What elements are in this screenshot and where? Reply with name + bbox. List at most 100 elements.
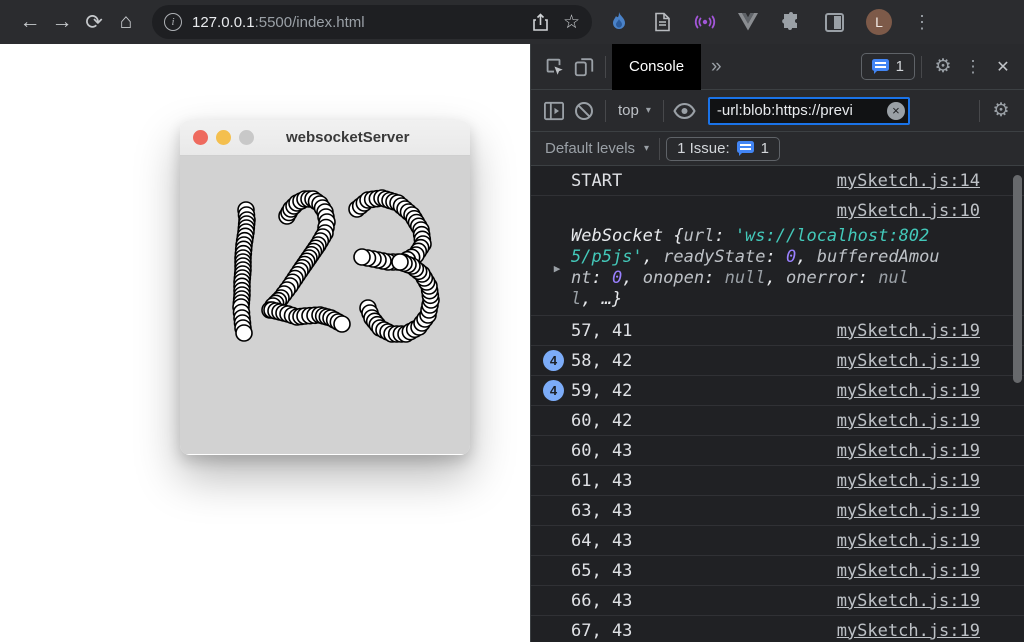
- source-link[interactable]: mySketch.js:19: [837, 351, 980, 371]
- issues-label: 1 Issue:: [677, 140, 730, 157]
- vue-devtools-extension-icon[interactable]: [737, 11, 759, 33]
- websocket-server-window: websocketServer: [180, 120, 470, 455]
- devtools-tabbar: Console » 1 ⚙ ⋮ ✕: [531, 43, 1024, 90]
- badge-count: 1: [895, 58, 904, 75]
- console-log-row[interactable]: 63, 43 mySketch.js:19: [531, 496, 1024, 526]
- console-log-row[interactable]: 57, 41 mySketch.js:19: [531, 316, 1024, 346]
- log-message-text: 61, 43: [571, 470, 633, 491]
- console-log-row[interactable]: 60, 43 mySketch.js:19: [531, 436, 1024, 466]
- console-log-row[interactable]: 61, 43 mySketch.js:19: [531, 466, 1024, 496]
- console-levels-bar: Default levels ▾ 1 Issue: 1: [531, 132, 1024, 166]
- live-expression-eye-icon[interactable]: [670, 96, 700, 126]
- log-message-text: 64, 43: [571, 530, 633, 551]
- message-bubble-icon: [871, 59, 889, 74]
- console-log-row[interactable]: 66, 43 mySketch.js:19: [531, 586, 1024, 616]
- devtools-settings-icon[interactable]: ⚙: [928, 52, 958, 82]
- clear-filter-icon[interactable]: ×: [886, 101, 905, 120]
- console-settings-icon[interactable]: ⚙: [986, 96, 1016, 126]
- devtools-close-icon[interactable]: ✕: [988, 52, 1018, 82]
- log-message-text: 58, 42: [571, 350, 633, 371]
- site-info-icon[interactable]: i: [164, 13, 182, 31]
- repeat-count-badge: 4: [543, 350, 564, 371]
- issues-counter[interactable]: 1 Issue: 1: [666, 136, 780, 161]
- clear-console-icon[interactable]: [569, 96, 599, 126]
- address-bar[interactable]: i 127.0.0.1:5500/index.html ☆: [152, 5, 592, 39]
- console-log-row[interactable]: 60, 42 mySketch.js:19: [531, 406, 1024, 436]
- console-sidebar-icon[interactable]: [539, 96, 569, 126]
- console-log-row[interactable]: 67, 43 mySketch.js:19: [531, 616, 1024, 642]
- sketch-canvas-area[interactable]: [180, 156, 470, 454]
- console-messages[interactable]: START mySketch.js:14 mySketch.js:10 ▶ We…: [531, 166, 1024, 642]
- log-message-text: 60, 42: [571, 410, 633, 431]
- minimize-traffic-light[interactable]: [216, 130, 231, 145]
- source-link[interactable]: mySketch.js:19: [837, 501, 980, 521]
- source-link[interactable]: mySketch.js:19: [837, 411, 980, 431]
- back-icon[interactable]: ←: [14, 6, 46, 38]
- log-message-text: 65, 43: [571, 560, 633, 581]
- chevron-down-icon: ▾: [644, 143, 650, 154]
- browser-toolbar: ← → ⟳ ⌂ i 127.0.0.1:5500/index.html ☆ L …: [0, 0, 1024, 44]
- scrollbar-thumb[interactable]: [1013, 175, 1022, 383]
- reload-icon[interactable]: ⟳: [78, 6, 110, 38]
- console-scrollbar[interactable]: [1010, 166, 1024, 642]
- source-link[interactable]: mySketch.js:19: [837, 321, 980, 341]
- expand-arrow-icon[interactable]: ▶: [543, 262, 571, 275]
- log-message-text: 59, 42: [571, 380, 633, 401]
- chevron-down-icon: ▾: [645, 105, 651, 116]
- issue-bubble-icon: [736, 141, 754, 156]
- document-extension-icon[interactable]: [651, 11, 673, 33]
- source-link[interactable]: mySketch.js:19: [837, 561, 980, 581]
- url-text[interactable]: 127.0.0.1:5500/index.html: [192, 14, 365, 31]
- console-messages-badge[interactable]: 1: [860, 53, 915, 80]
- repeat-count-badge: 4: [543, 380, 564, 401]
- source-link[interactable]: mySketch.js:19: [837, 471, 980, 491]
- source-link[interactable]: mySketch.js:19: [837, 381, 980, 401]
- device-toolbar-icon[interactable]: [569, 52, 599, 82]
- zoom-traffic-light[interactable]: [239, 130, 254, 145]
- extensions-puzzle-icon[interactable]: [780, 11, 802, 33]
- log-levels-selector[interactable]: Default levels ▾: [541, 140, 653, 157]
- flame-extension-icon[interactable]: [608, 11, 630, 33]
- log-message-text: START: [571, 170, 623, 191]
- profile-avatar[interactable]: L: [866, 9, 892, 35]
- source-link[interactable]: mySketch.js:19: [837, 441, 980, 461]
- execution-context-selector[interactable]: top ▾: [612, 102, 657, 119]
- window-title: websocketServer: [286, 129, 410, 146]
- console-log-row[interactable]: 4 58, 42 mySketch.js:19: [531, 346, 1024, 376]
- window-titlebar[interactable]: websocketServer: [180, 120, 470, 156]
- log-message-text: 67, 43: [571, 620, 633, 641]
- devtools-panel: Console » 1 ⚙ ⋮ ✕ top ▾ -url:blob:https:…: [530, 43, 1024, 642]
- page-viewport: websocketServer: [0, 44, 530, 642]
- close-traffic-light[interactable]: [193, 130, 208, 145]
- extensions-row: L ⋮: [608, 9, 1014, 35]
- console-log-row[interactable]: 64, 43 mySketch.js:19: [531, 526, 1024, 556]
- object-preview: WebSocket {url: 'ws://localhost:802 5/p5j…: [571, 226, 940, 309]
- source-link[interactable]: mySketch.js:19: [837, 531, 980, 551]
- share-icon[interactable]: [532, 12, 549, 32]
- tab-console[interactable]: Console: [612, 43, 702, 90]
- source-link[interactable]: mySketch.js:10: [837, 201, 980, 221]
- bookmark-star-icon[interactable]: ☆: [563, 11, 580, 34]
- source-link[interactable]: mySketch.js:19: [837, 591, 980, 611]
- more-tabs-icon[interactable]: »: [711, 56, 722, 78]
- log-message-text: 60, 43: [571, 440, 633, 461]
- console-log-row[interactable]: 4 59, 42 mySketch.js:19: [531, 376, 1024, 406]
- console-log-row[interactable]: START mySketch.js:14: [531, 166, 1024, 196]
- console-log-row[interactable]: 65, 43 mySketch.js:19: [531, 556, 1024, 586]
- log-message-text: 57, 41: [571, 320, 633, 341]
- log-message-text: 66, 43: [571, 590, 633, 611]
- inspect-element-icon[interactable]: [539, 52, 569, 82]
- source-link[interactable]: mySketch.js:19: [837, 621, 980, 641]
- console-object-row[interactable]: mySketch.js:10 ▶ WebSocket {url: 'ws://l…: [531, 196, 1024, 316]
- browser-menu-icon[interactable]: ⋮: [913, 12, 931, 33]
- live-reload-extension-icon[interactable]: [694, 11, 716, 33]
- home-icon[interactable]: ⌂: [110, 6, 142, 38]
- console-toolbar: top▾ × ⚙: [531, 90, 1024, 132]
- devtools-menu-icon[interactable]: ⋮: [958, 52, 988, 82]
- console-filter-input[interactable]: [707, 96, 910, 125]
- side-panel-icon[interactable]: [823, 11, 845, 33]
- source-link[interactable]: mySketch.js:14: [837, 171, 980, 191]
- forward-icon[interactable]: →: [46, 6, 78, 38]
- issues-count: 1: [760, 140, 769, 157]
- log-message-text: 63, 43: [571, 500, 633, 521]
